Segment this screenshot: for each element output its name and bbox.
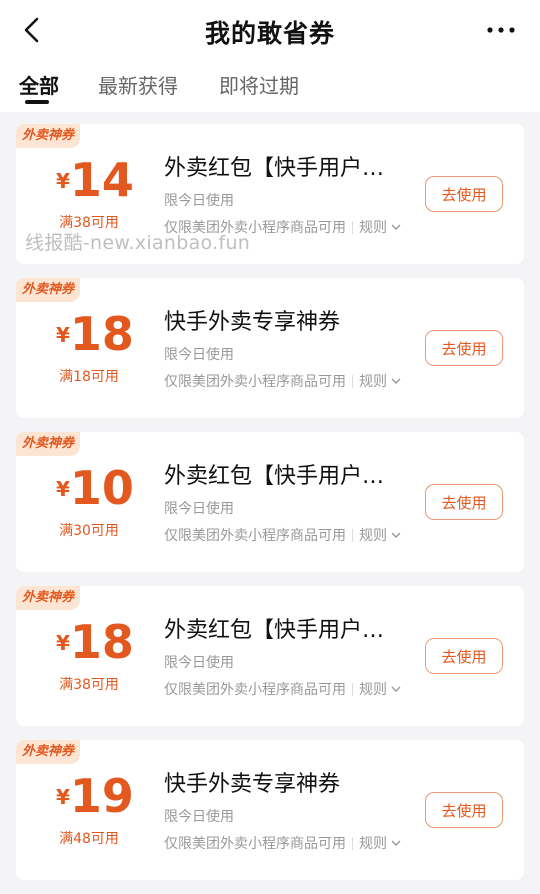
coupon-title: 外卖红包【快手用户专享】 xyxy=(164,618,400,643)
coupon-card: 外卖神券 ¥18 满18可用 快手外卖专享神券 限今日使用 仅限美团外卖小程序商… xyxy=(16,278,524,418)
divider xyxy=(352,683,353,696)
coupon-card: 外卖神券 ¥19 满48可用 快手外卖专享神券 限今日使用 仅限美团外卖小程序商… xyxy=(16,740,524,880)
coupon-scope: 仅限美团外卖小程序商品可用 规则 xyxy=(164,679,401,699)
coupon-title: 快手外卖专享神券 xyxy=(164,310,341,335)
chevron-down-icon xyxy=(391,224,401,230)
coupon-validity: 限今日使用 xyxy=(164,501,234,517)
coupon-scope: 仅限美团外卖小程序商品可用 规则 xyxy=(164,217,401,237)
scope-text: 仅限美团外卖小程序商品可用 xyxy=(164,682,346,698)
rule-label: 规则 xyxy=(359,220,387,236)
amount-value: 18 xyxy=(69,615,134,669)
coupon-title: 外卖红包【快手用户专享】 xyxy=(164,156,400,181)
coupon-card: 外卖神券 ¥18 满38可用 外卖红包【快手用户专享】 限今日使用 仅限美团外卖… xyxy=(16,586,524,726)
amount-value: 10 xyxy=(69,461,134,515)
coupon-tag: 外卖神券 xyxy=(16,740,80,764)
scope-text: 仅限美团外卖小程序商品可用 xyxy=(164,374,346,390)
divider xyxy=(352,529,353,542)
rule-link[interactable]: 规则 xyxy=(359,374,401,390)
currency-symbol: ¥ xyxy=(56,169,70,193)
coupon-amount: ¥18 xyxy=(56,616,134,668)
coupon-tag: 外卖神券 xyxy=(16,124,80,148)
coupon-tag: 外卖神券 xyxy=(16,278,80,302)
amount-value: 19 xyxy=(69,769,134,823)
rule-label: 规则 xyxy=(359,682,387,698)
coupon-scope: 仅限美团外卖小程序商品可用 规则 xyxy=(164,833,401,853)
coupon-card: 外卖神券 ¥14 满38可用 外卖红包【快手用户专享】 限今日使用 仅限美团外卖… xyxy=(16,124,524,264)
use-coupon-button[interactable]: 去使用 xyxy=(425,638,503,674)
currency-symbol: ¥ xyxy=(56,631,70,655)
divider xyxy=(352,375,353,388)
chevron-down-icon xyxy=(391,532,401,538)
tab-all[interactable]: 全部 xyxy=(19,70,59,99)
amount-value: 18 xyxy=(69,307,134,361)
coupon-condition: 满48可用 xyxy=(59,831,119,847)
chevron-down-icon xyxy=(391,840,401,846)
divider xyxy=(352,221,353,234)
rule-label: 规则 xyxy=(359,374,387,390)
more-dots-icon[interactable] xyxy=(486,20,516,40)
coupon-amount: ¥10 xyxy=(56,462,134,514)
coupon-amount: ¥19 xyxy=(56,770,134,822)
page-title: 我的敢省券 xyxy=(204,19,335,48)
coupon-condition: 满38可用 xyxy=(59,215,119,231)
coupon-validity: 限今日使用 xyxy=(164,193,234,209)
divider xyxy=(352,837,353,850)
rule-label: 规则 xyxy=(359,528,387,544)
coupon-condition: 满38可用 xyxy=(59,677,119,693)
use-coupon-button[interactable]: 去使用 xyxy=(425,484,503,520)
coupon-condition: 满30可用 xyxy=(59,523,119,539)
coupon-title: 快手外卖专享神券 xyxy=(164,772,341,797)
coupon-scope: 仅限美团外卖小程序商品可用 规则 xyxy=(164,371,401,391)
scope-text: 仅限美团外卖小程序商品可用 xyxy=(164,836,346,852)
coupon-amount: ¥14 xyxy=(56,154,134,206)
currency-symbol: ¥ xyxy=(56,323,70,347)
rule-label: 规则 xyxy=(359,836,387,852)
coupon-validity: 限今日使用 xyxy=(164,809,234,825)
top-navigation-bar: 我的敢省券 xyxy=(0,0,540,62)
use-coupon-button[interactable]: 去使用 xyxy=(425,792,503,828)
coupon-amount: ¥18 xyxy=(56,308,134,360)
scope-text: 仅限美团外卖小程序商品可用 xyxy=(164,220,346,236)
coupon-validity: 限今日使用 xyxy=(164,347,234,363)
filter-tabs: 全部 最新获得 即将过期 xyxy=(0,62,540,112)
rule-link[interactable]: 规则 xyxy=(359,220,401,236)
rule-link[interactable]: 规则 xyxy=(359,682,401,698)
chevron-down-icon xyxy=(391,686,401,692)
scope-text: 仅限美团外卖小程序商品可用 xyxy=(164,528,346,544)
coupon-tag: 外卖神券 xyxy=(16,586,80,610)
tab-expiring-soon[interactable]: 即将过期 xyxy=(219,70,299,99)
amount-value: 14 xyxy=(69,153,134,207)
coupon-card: 外卖神券 ¥10 满30可用 外卖红包【快手用户专享】 限今日使用 仅限美团外卖… xyxy=(16,432,524,572)
coupon-validity: 限今日使用 xyxy=(164,655,234,671)
coupon-condition: 满18可用 xyxy=(59,369,119,385)
currency-symbol: ¥ xyxy=(56,477,70,501)
tab-newest[interactable]: 最新获得 xyxy=(98,70,178,99)
coupon-title: 外卖红包【快手用户专享】 xyxy=(164,464,400,489)
currency-symbol: ¥ xyxy=(56,785,70,809)
active-tab-indicator xyxy=(25,100,49,104)
coupon-tag: 外卖神券 xyxy=(16,432,80,456)
use-coupon-button[interactable]: 去使用 xyxy=(425,330,503,366)
use-coupon-button[interactable]: 去使用 xyxy=(425,176,503,212)
rule-link[interactable]: 规则 xyxy=(359,528,401,544)
rule-link[interactable]: 规则 xyxy=(359,836,401,852)
chevron-down-icon xyxy=(391,378,401,384)
coupon-scope: 仅限美团外卖小程序商品可用 规则 xyxy=(164,525,401,545)
